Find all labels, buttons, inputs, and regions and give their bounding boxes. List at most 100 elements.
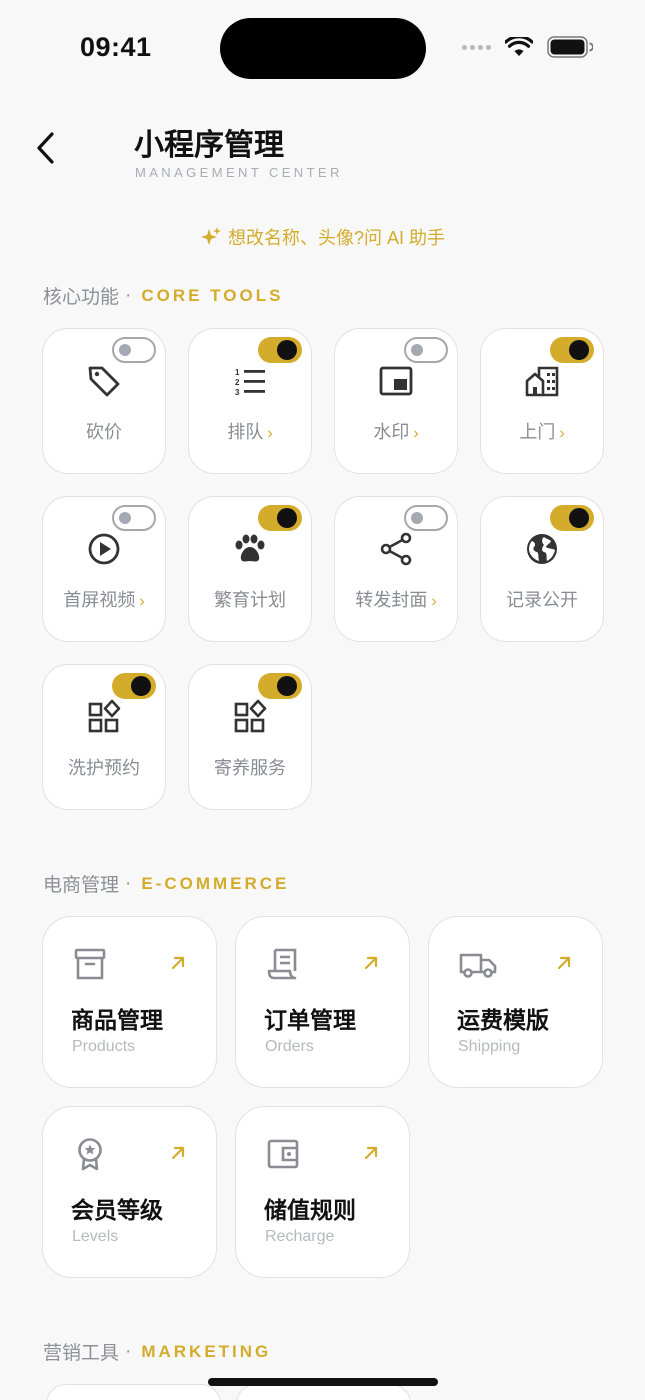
separator-dot: · [125, 1340, 132, 1362]
tool-toggle[interactable] [112, 673, 156, 699]
tool-label: 上门 [519, 422, 556, 442]
status-time: 09:41 [80, 32, 152, 62]
card-title: 会员等级 [71, 1197, 163, 1223]
tool-toggle[interactable] [258, 673, 302, 699]
status-icons [462, 36, 593, 58]
widgets-icon [88, 699, 121, 733]
wifi-icon [505, 37, 533, 56]
tool-toggle[interactable] [550, 337, 594, 363]
page-title: 小程序管理 [134, 129, 284, 162]
home-indicator[interactable] [208, 1378, 438, 1386]
svg-text:2: 2 [235, 378, 240, 387]
tool-card-watermark[interactable]: 水印 › [334, 328, 458, 474]
tool-card-grooming-booking[interactable]: 洗护预约 [42, 664, 166, 810]
card-subtitle: Orders [265, 1038, 314, 1055]
section-title-cn: 核心功能 [43, 287, 120, 308]
chevron-right-icon: › [139, 593, 145, 610]
ai-assistant-hint[interactable]: 想改名称、头像?问 AI 助手 [0, 224, 645, 250]
tool-card-boarding-service[interactable]: 寄养服务 [188, 664, 312, 810]
arrow-up-right-icon [557, 956, 571, 970]
section-title-core: 核心功能 · CORE TOOLS [43, 282, 283, 309]
tool-label: 排队 [227, 422, 264, 442]
tool-label: 水印 [373, 422, 410, 442]
award-badge-icon [78, 1138, 102, 1171]
arrow-up-right-icon [171, 956, 185, 970]
section-title-ecommerce: 电商管理 · E-COMMERCE [43, 870, 289, 897]
section-title-en: MARKETING [141, 1341, 272, 1361]
section-title-en: CORE TOOLS [141, 285, 284, 305]
card-recharge[interactable]: 储值规则 Recharge [235, 1106, 410, 1278]
chevron-right-icon: › [559, 425, 565, 442]
picture-in-picture-icon [379, 366, 413, 396]
page-subtitle: MANAGEMENT CENTER [135, 165, 343, 180]
card-subtitle: Recharge [265, 1228, 335, 1245]
card-orders[interactable]: 订单管理 Orders [235, 916, 410, 1088]
card-marketing-partial[interactable] [236, 1384, 411, 1400]
tool-label: 首屏视频 [63, 590, 136, 610]
home-building-icon [525, 366, 559, 397]
tool-card-intro-video[interactable]: 首屏视频 › [42, 496, 166, 642]
paw-icon [235, 534, 265, 562]
tool-label: 繁育计划 [214, 590, 286, 610]
tool-toggle[interactable] [550, 505, 594, 531]
arrow-up-right-icon [364, 1146, 378, 1160]
wallet-icon [267, 1139, 299, 1169]
receipt-icon [267, 948, 297, 980]
tool-card-breeding-plan[interactable]: 繁育计划 [188, 496, 312, 642]
battery-icon [547, 36, 593, 58]
dynamic-island [220, 18, 426, 79]
separator-dot: · [125, 872, 132, 894]
card-member-levels[interactable]: 会员等级 Levels [42, 1106, 217, 1278]
tool-toggle[interactable] [258, 337, 302, 363]
chevron-right-icon: › [413, 425, 419, 442]
card-title: 订单管理 [264, 1007, 356, 1033]
arrow-up-right-icon [171, 1146, 185, 1160]
chevron-right-icon: › [267, 425, 273, 442]
tool-toggle[interactable] [112, 337, 156, 363]
truck-icon [459, 953, 497, 978]
card-subtitle: Products [72, 1038, 136, 1055]
card-title: 储值规则 [264, 1197, 356, 1223]
numbered-list-icon: 1 2 3 [235, 368, 265, 397]
ai-hint-text: 想改名称、头像?问 AI 助手 [227, 228, 446, 248]
card-subtitle: Levels [72, 1228, 119, 1245]
card-shipping[interactable]: 运费模版 Shipping [428, 916, 603, 1088]
tool-label: 寄养服务 [214, 758, 286, 778]
back-chevron-icon[interactable] [32, 130, 62, 166]
tool-label: 洗护预约 [68, 758, 140, 778]
arrow-up-right-icon [364, 956, 378, 970]
sparkle-icon [200, 227, 221, 245]
tool-label: 记录公开 [506, 590, 578, 610]
svg-text:3: 3 [235, 388, 240, 397]
tool-card-share-cover[interactable]: 转发封面 › [334, 496, 458, 642]
tool-card-queue[interactable]: 1 2 3 排队 › [188, 328, 312, 474]
card-subtitle: Shipping [458, 1038, 521, 1055]
tool-label: 转发封面 [355, 590, 428, 610]
card-marketing-partial[interactable] [46, 1384, 221, 1400]
tool-card-public-records[interactable]: 记录公开 [480, 496, 604, 642]
chevron-right-icon: › [431, 593, 437, 610]
section-title-marketing: 营销工具 · MARKETING [43, 1338, 271, 1365]
card-title: 运费模版 [457, 1007, 549, 1033]
tool-card-home-service[interactable]: 上门 › [480, 328, 604, 474]
card-title: 商品管理 [71, 1007, 163, 1033]
svg-text:1: 1 [235, 368, 240, 377]
tool-label: 砍价 [86, 422, 122, 442]
tool-toggle[interactable] [112, 505, 156, 531]
section-title-cn: 营销工具 [43, 1343, 120, 1364]
tool-toggle[interactable] [404, 505, 448, 531]
separator-dot: · [125, 284, 132, 306]
tool-card-bargain[interactable]: 砍价 [42, 328, 166, 474]
section-title-en: E-COMMERCE [141, 873, 290, 893]
play-circle-icon [88, 533, 120, 565]
tag-icon [88, 366, 120, 397]
card-products[interactable]: 商品管理 Products [42, 916, 217, 1088]
tool-toggle[interactable] [404, 337, 448, 363]
section-title-cn: 电商管理 [43, 875, 120, 896]
widgets-icon [234, 699, 267, 733]
globe-icon [527, 534, 557, 564]
share-icon [380, 532, 412, 566]
tool-toggle[interactable] [258, 505, 302, 531]
cellular-signal-icon [462, 44, 491, 50]
archive-box-icon [74, 948, 106, 980]
